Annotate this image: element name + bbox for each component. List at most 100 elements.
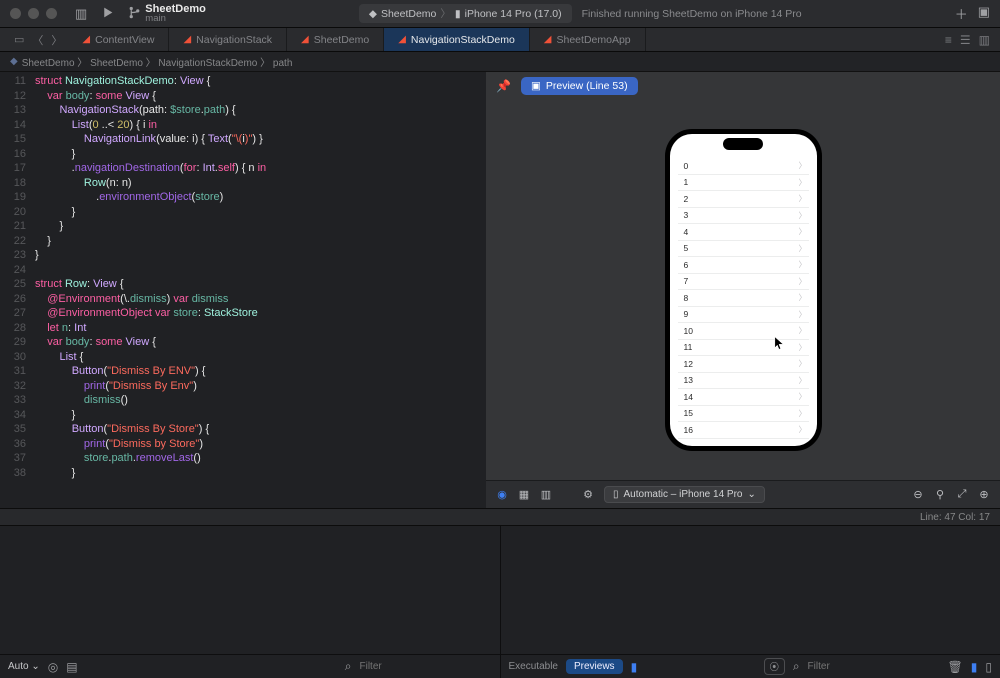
show-console-icon[interactable]: ▯ xyxy=(985,660,992,674)
device-picker[interactable]: ▯ Automatic – iPhone 14 Pro ⌄ xyxy=(604,486,765,503)
code-content[interactable]: @Environment(\.dismiss) var dismiss xyxy=(35,292,228,307)
close-window-dot[interactable] xyxy=(10,8,21,19)
code-line[interactable]: 21 } xyxy=(0,219,486,234)
list-item[interactable]: 6〉 xyxy=(678,257,809,274)
list-item[interactable]: 8〉 xyxy=(678,290,809,307)
code-content[interactable]: } xyxy=(35,234,51,249)
code-line[interactable]: 34 } xyxy=(0,408,486,423)
list-item[interactable]: 16〉 xyxy=(678,422,809,439)
jump-bar[interactable]: ◆ SheetDemo 〉 SheetDemo 〉 NavigationStac… xyxy=(0,52,1000,72)
code-content[interactable]: .environmentObject(store) xyxy=(35,190,223,205)
run-button[interactable] xyxy=(101,6,114,22)
minimize-window-dot[interactable] xyxy=(28,8,39,19)
code-content[interactable]: print("Dismiss By Env") xyxy=(35,379,197,394)
list-item[interactable]: 9〉 xyxy=(678,307,809,324)
code-line[interactable]: 32 print("Dismiss By Env") xyxy=(0,379,486,394)
variables-filter-input[interactable] xyxy=(360,661,492,672)
back-icon[interactable]: 〈 xyxy=(32,32,43,48)
code-content[interactable]: Button("Dismiss By Store") { xyxy=(35,422,209,437)
list-item[interactable]: 4〉 xyxy=(678,224,809,241)
device-screen[interactable]: 0〉1〉2〉3〉4〉5〉6〉7〉8〉9〉10〉11〉12〉13〉14〉15〉16… xyxy=(670,134,817,446)
previews-pill[interactable]: Previews xyxy=(566,659,623,674)
code-content[interactable]: @EnvironmentObject var store: StackStore xyxy=(35,306,258,321)
code-line[interactable]: 12 var body: some View { xyxy=(0,89,486,104)
code-line[interactable]: 14 List(0 ..< 20) { i in xyxy=(0,118,486,133)
zoom-out-icon[interactable]: ⊖ xyxy=(910,487,926,503)
minimap-icon[interactable]: ≡ xyxy=(945,33,952,47)
eye-icon[interactable]: ◎ xyxy=(48,660,58,674)
code-line[interactable]: 17 .navigationDestination(for: Int.self)… xyxy=(0,161,486,176)
code-line[interactable]: 27 @EnvironmentObject var store: StackSt… xyxy=(0,306,486,321)
code-content[interactable]: } xyxy=(35,219,63,234)
preview-selector[interactable]: ▣ Preview (Line 53) xyxy=(521,77,638,95)
zoom-actual-icon[interactable]: ⚲ xyxy=(932,487,948,503)
code-line[interactable]: 23} xyxy=(0,248,486,263)
code-line[interactable]: 15 NavigationLink(value: i) { Text("\(i)… xyxy=(0,132,486,147)
executable-picker[interactable]: Executable xyxy=(509,661,558,672)
tab-contentview[interactable]: ◢ContentView xyxy=(68,28,169,51)
code-content[interactable]: struct Row: View { xyxy=(35,277,124,292)
code-content[interactable]: NavigationLink(value: i) { Text("\(i)") … xyxy=(35,132,263,147)
zoom-window-dot[interactable] xyxy=(46,8,57,19)
list-item[interactable]: 12〉 xyxy=(678,356,809,373)
tab-sheetdemoapp[interactable]: ◢SheetDemoApp xyxy=(530,28,646,51)
toggle-navigator-icon[interactable]: ▥ xyxy=(75,6,87,22)
run-destination-pill[interactable]: ◆ SheetDemo 〉 ▮ iPhone 14 Pro (17.0) xyxy=(359,4,572,23)
console-body[interactable] xyxy=(501,526,1000,654)
add-editor-icon[interactable]: ▥ xyxy=(979,33,990,47)
code-content[interactable]: struct NavigationStackDemo: View { xyxy=(35,74,210,89)
code-content[interactable]: let n: Int xyxy=(35,321,86,336)
code-content[interactable]: Row(n: n) xyxy=(35,176,132,191)
list-item[interactable]: 2〉 xyxy=(678,191,809,208)
code-line[interactable]: 36 print("Dismiss by Store") xyxy=(0,437,486,452)
live-preview-icon[interactable]: ◉ xyxy=(494,487,510,503)
code-content[interactable]: Button("Dismiss By ENV") { xyxy=(35,364,205,379)
quicklook-icon[interactable]: ▤ xyxy=(66,660,77,674)
code-content[interactable]: NavigationStack(path: $store.path) { xyxy=(35,103,236,118)
code-content[interactable]: } xyxy=(35,466,75,481)
zoom-fit-icon[interactable]: ⤢ xyxy=(954,487,970,503)
code-content[interactable]: var body: some View { xyxy=(35,335,156,350)
code-content[interactable]: dismiss() xyxy=(35,393,128,408)
code-content[interactable]: store.path.removeLast() xyxy=(35,451,201,466)
code-line[interactable]: 33 dismiss() xyxy=(0,393,486,408)
code-content[interactable]: print("Dismiss by Store") xyxy=(35,437,203,452)
adjust-editor-icon[interactable]: ☰ xyxy=(960,33,971,47)
code-line[interactable]: 35 Button("Dismiss By Store") { xyxy=(0,422,486,437)
library-icon[interactable]: ▣ xyxy=(978,4,990,23)
list-item[interactable]: 13〉 xyxy=(678,373,809,390)
code-line[interactable]: 24 xyxy=(0,263,486,278)
list-item[interactable]: 3〉 xyxy=(678,208,809,225)
code-content[interactable]: var body: some View { xyxy=(35,89,156,104)
code-content[interactable]: } xyxy=(35,147,75,162)
code-content[interactable]: } xyxy=(35,205,75,220)
code-content[interactable]: } xyxy=(35,408,75,423)
variants-icon[interactable]: ▥ xyxy=(538,487,554,503)
forward-icon[interactable]: 〉 xyxy=(51,32,62,48)
code-line[interactable]: 37 store.path.removeLast() xyxy=(0,451,486,466)
preview-canvas[interactable]: 0〉1〉2〉3〉4〉5〉6〉7〉8〉9〉10〉11〉12〉13〉14〉15〉16… xyxy=(486,100,1000,480)
code-line[interactable]: 26 @Environment(\.dismiss) var dismiss xyxy=(0,292,486,307)
list-item[interactable]: 14〉 xyxy=(678,389,809,406)
zoom-in-icon[interactable]: ⊕ xyxy=(976,487,992,503)
code-line[interactable]: 38 } xyxy=(0,466,486,481)
tab-navigationstack[interactable]: ◢NavigationStack xyxy=(169,28,287,51)
code-content[interactable]: List(0 ..< 20) { i in xyxy=(35,118,157,133)
list-item[interactable]: 1〉 xyxy=(678,175,809,192)
code-line[interactable]: 30 List { xyxy=(0,350,486,365)
trash-icon[interactable]: 🗑 xyxy=(948,660,963,674)
code-line[interactable]: 22 } xyxy=(0,234,486,249)
console-filter-input[interactable] xyxy=(808,661,940,672)
code-line[interactable]: 19 .environmentObject(store) xyxy=(0,190,486,205)
code-line[interactable]: 11struct NavigationStackDemo: View { xyxy=(0,74,486,89)
variables-scope-picker[interactable]: Auto ⌄ xyxy=(8,661,40,672)
list-item[interactable]: 15〉 xyxy=(678,406,809,423)
code-line[interactable]: 28 let n: Int xyxy=(0,321,486,336)
list-item[interactable]: 0〉 xyxy=(678,158,809,175)
code-line[interactable]: 20 } xyxy=(0,205,486,220)
device-settings-icon[interactable]: ⚙ xyxy=(580,487,596,503)
selectable-preview-icon[interactable]: ▦ xyxy=(516,487,532,503)
add-target-icon[interactable]: ＋ xyxy=(955,4,968,23)
variables-body[interactable] xyxy=(0,526,500,654)
tab-navigationstackdemo[interactable]: ◢NavigationStackDemo xyxy=(384,28,530,51)
